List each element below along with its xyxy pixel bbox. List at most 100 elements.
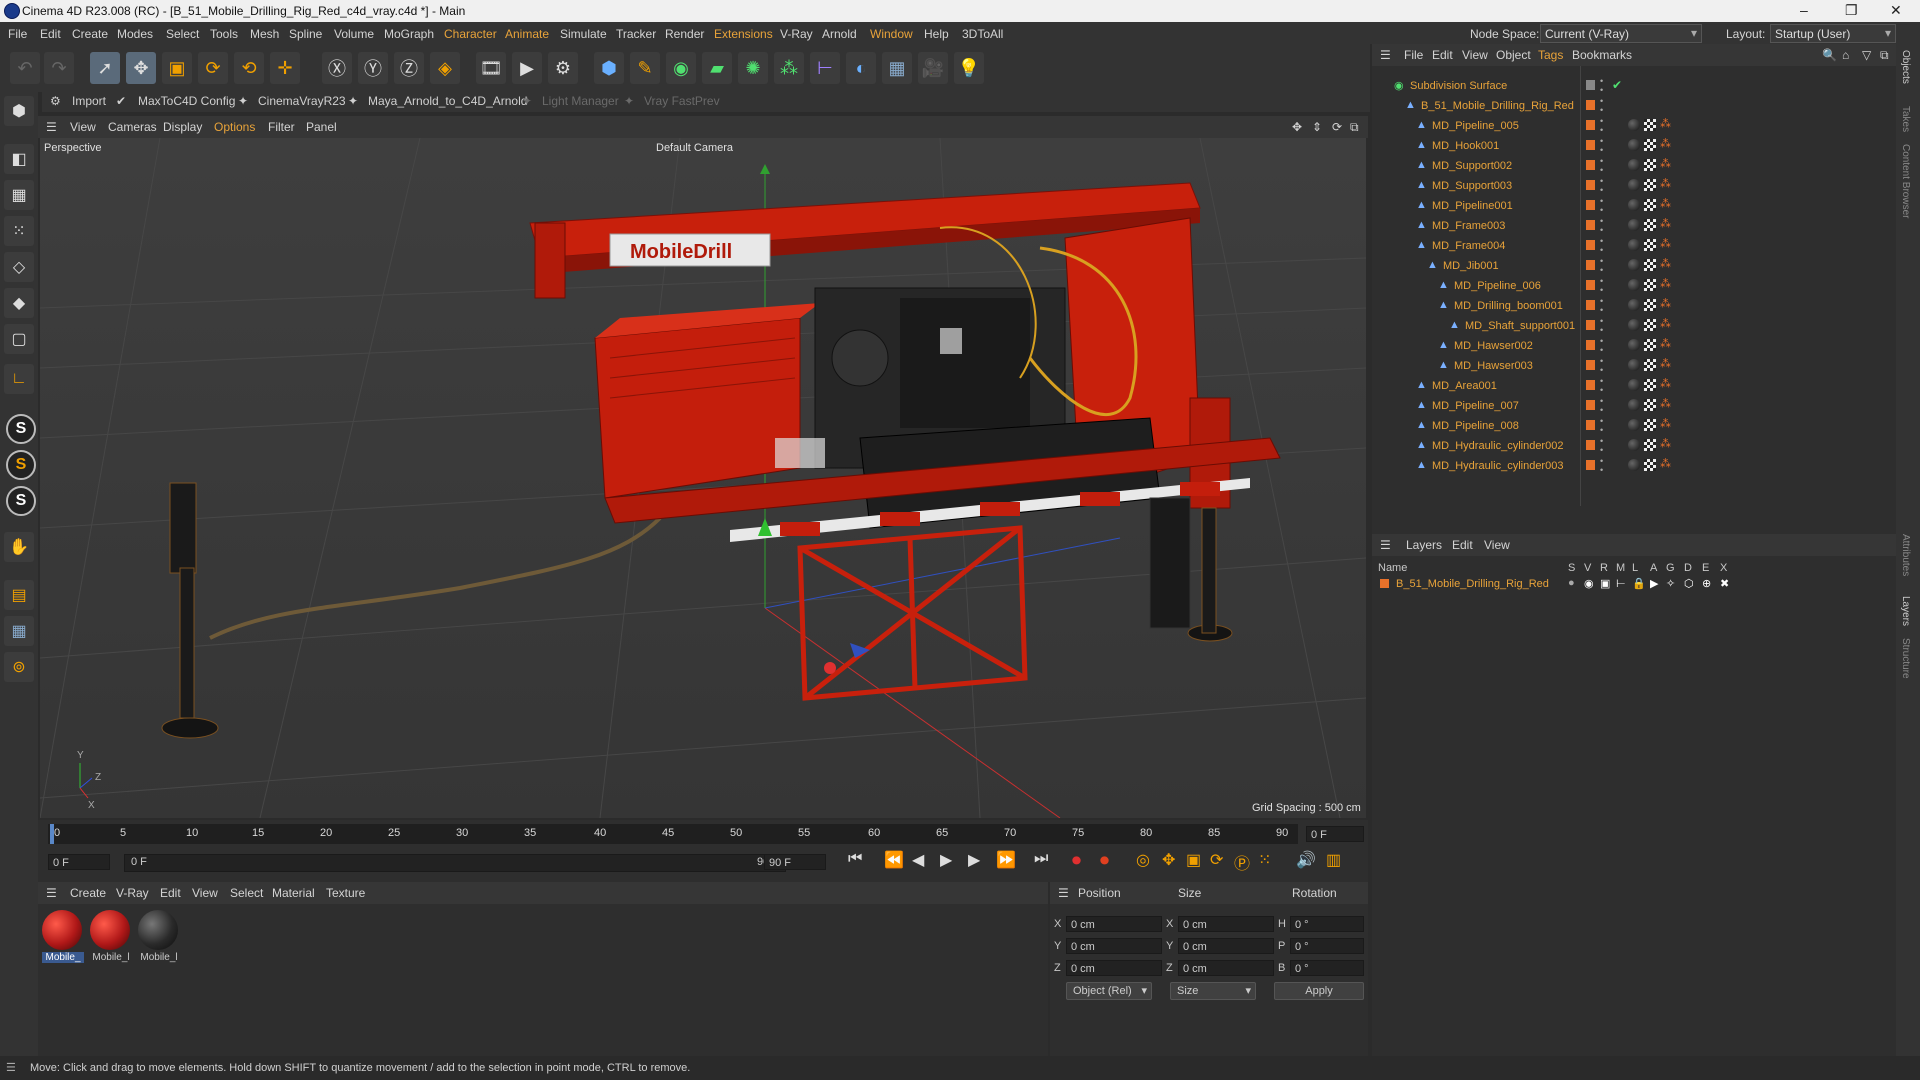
- material-tag-icon[interactable]: [1628, 319, 1640, 331]
- workplane-icon[interactable]: ▤: [4, 580, 34, 610]
- field-icon[interactable]: ◐: [846, 52, 876, 84]
- object-row[interactable]: ▲ MD_Area001 • • ⁂: [1372, 376, 1896, 396]
- goto-start-icon[interactable]: ⏮: [848, 850, 862, 868]
- visibility-dots-icon[interactable]: • •: [1600, 97, 1603, 115]
- viewport-menu-display[interactable]: Display: [163, 120, 202, 134]
- object-name[interactable]: MD_Pipeline_005: [1432, 120, 1519, 132]
- object-name[interactable]: MD_Pipeline_008: [1432, 420, 1519, 432]
- timeline[interactable]: 0 5 10 15 20 25 30 35 40 45 50 55 60 65 …: [38, 820, 1368, 882]
- redo-icon[interactable]: ↷: [44, 52, 74, 84]
- record-icon[interactable]: ⏺: [1072, 850, 1081, 871]
- selection-tag-icon[interactable]: ⁂: [1660, 417, 1671, 430]
- menu-spline[interactable]: Spline: [289, 27, 322, 41]
- selection-tag-icon[interactable]: ⁂: [1660, 277, 1671, 290]
- object-name[interactable]: Subdivision Surface: [1410, 80, 1507, 92]
- timeline-layout-icon[interactable]: ▥: [1326, 850, 1341, 870]
- selection-tag-icon[interactable]: ⁂: [1660, 177, 1671, 190]
- uvw-tag-icon[interactable]: [1644, 379, 1656, 391]
- uvw-tag-icon[interactable]: [1644, 119, 1656, 131]
- position-z-field[interactable]: 0 cm: [1066, 960, 1162, 976]
- camera-label[interactable]: Default Camera: [656, 142, 733, 154]
- solo-toggle-icon[interactable]: ●: [1568, 577, 1575, 589]
- layer-color-tag[interactable]: [1586, 240, 1595, 250]
- menu-tracker[interactable]: Tracker: [616, 27, 656, 41]
- uvw-tag-icon[interactable]: [1644, 259, 1656, 271]
- key-parameter-icon[interactable]: Ⓟ: [1234, 850, 1250, 874]
- size-x-field[interactable]: 0 cm: [1178, 916, 1274, 932]
- material-menu-vray[interactable]: V-Ray: [116, 886, 149, 900]
- material-menu-view[interactable]: View: [192, 886, 218, 900]
- menu-select[interactable]: Select: [166, 27, 199, 41]
- light-icon[interactable]: 💡: [954, 52, 984, 84]
- object-name[interactable]: MD_Pipeline_007: [1432, 400, 1519, 412]
- material-tag-icon[interactable]: [1628, 159, 1640, 171]
- menu-3dtoall[interactable]: 3DToAll: [962, 27, 1003, 41]
- layer-color-tag[interactable]: [1586, 380, 1595, 390]
- hamburger-icon[interactable]: ☰: [1380, 48, 1391, 62]
- uvw-tag-icon[interactable]: [1644, 179, 1656, 191]
- object-row[interactable]: ▲ MD_Pipeline_008 • • ⁂: [1372, 416, 1896, 436]
- plugin-import[interactable]: Import: [72, 94, 106, 108]
- menu-help[interactable]: Help: [924, 27, 949, 41]
- object-row[interactable]: ▲ MD_Hawser003 • • ⁂: [1372, 356, 1896, 376]
- material-tag-icon[interactable]: [1628, 359, 1640, 371]
- layer-color-tag[interactable]: [1586, 80, 1595, 90]
- layer-color-tag[interactable]: [1586, 400, 1595, 410]
- object-name[interactable]: MD_Frame004: [1432, 240, 1505, 252]
- om-menu-object[interactable]: Object: [1496, 48, 1531, 62]
- object-name[interactable]: MD_Jib001: [1443, 260, 1499, 272]
- material-tag-icon[interactable]: [1628, 439, 1640, 451]
- plugin-maxtoc4d-config[interactable]: MaxToC4D Config: [138, 94, 235, 108]
- hamburger-icon[interactable]: ☰: [46, 120, 57, 134]
- hamburger-icon[interactable]: ☰: [1058, 886, 1069, 900]
- selection-tag-icon[interactable]: ⁂: [1660, 317, 1671, 330]
- material-tag-icon[interactable]: [1628, 459, 1640, 471]
- rotation-h-field[interactable]: 0 °: [1290, 916, 1364, 932]
- floor-icon[interactable]: ▦: [882, 52, 912, 84]
- menu-window[interactable]: Window: [870, 27, 913, 41]
- layout-dropdown[interactable]: Startup (User) ▾: [1770, 24, 1896, 43]
- plugin-vray-fastprev[interactable]: Vray FastPrev: [644, 94, 720, 108]
- visibility-dots-icon[interactable]: • •: [1600, 217, 1603, 235]
- recent-tools-icon[interactable]: ⟲: [234, 52, 264, 84]
- selection-tag-icon[interactable]: ⁂: [1660, 217, 1671, 230]
- plugin-light-manager[interactable]: Light Manager: [542, 94, 619, 108]
- material-tag-icon[interactable]: [1628, 299, 1640, 311]
- selection-tag-icon[interactable]: ⁂: [1660, 437, 1671, 450]
- layer-color-tag[interactable]: [1586, 360, 1595, 370]
- render-region-icon[interactable]: 🎞: [476, 52, 506, 84]
- cube-primitive-icon[interactable]: ⬢: [594, 52, 624, 84]
- layer-color-tag[interactable]: [1586, 120, 1595, 130]
- material-tag-icon[interactable]: [1628, 279, 1640, 291]
- size-y-field[interactable]: 0 cm: [1178, 938, 1274, 954]
- object-name[interactable]: MD_Hydraulic_cylinder002: [1432, 440, 1563, 452]
- frame-range-slider[interactable]: 0 F 90 F: [124, 854, 786, 872]
- selection-tag-icon[interactable]: ⁂: [1660, 237, 1671, 250]
- model-mode-icon[interactable]: ◧: [4, 144, 34, 174]
- viewport-menu-cameras[interactable]: Cameras: [108, 120, 157, 134]
- material-tag-icon[interactable]: [1628, 339, 1640, 351]
- rotate-tool-icon[interactable]: ⟳: [198, 52, 228, 84]
- object-row[interactable]: ▲ MD_Support003 • • ⁂: [1372, 176, 1896, 196]
- material-swatch[interactable]: Mobile_l: [90, 910, 132, 972]
- z-axis-lock-icon[interactable]: Ⓩ: [394, 52, 424, 84]
- layer-color-tag[interactable]: [1586, 100, 1595, 110]
- deformer-toggle-icon[interactable]: ⬡: [1684, 577, 1694, 590]
- mograph-icon[interactable]: ⁂: [774, 52, 804, 84]
- object-name[interactable]: MD_Pipeline_006: [1454, 280, 1541, 292]
- filter-icon[interactable]: ▽: [1862, 48, 1871, 62]
- object-row[interactable]: ▲ B_51_Mobile_Drilling_Rig_Red • •: [1372, 96, 1896, 116]
- pen-spline-icon[interactable]: ✎: [630, 52, 660, 84]
- object-row[interactable]: ▲ MD_Hydraulic_cylinder002 • • ⁂: [1372, 436, 1896, 456]
- visibility-dots-icon[interactable]: • •: [1600, 437, 1603, 455]
- next-frame-icon[interactable]: ▶: [968, 850, 980, 870]
- viewport-rotate-icon[interactable]: ⟳: [1332, 120, 1342, 134]
- layer-color-tag[interactable]: [1586, 180, 1595, 190]
- next-key-icon[interactable]: ⏩: [996, 850, 1016, 870]
- xref-toggle-icon[interactable]: ✖: [1720, 577, 1729, 590]
- prev-frame-icon[interactable]: ◀: [912, 850, 924, 870]
- menu-create[interactable]: Create: [72, 27, 108, 41]
- object-row[interactable]: ▲ MD_Pipeline_005 • • ⁂: [1372, 116, 1896, 136]
- visibility-dots-icon[interactable]: • •: [1600, 457, 1603, 475]
- key-rotation-icon[interactable]: ⟳: [1210, 850, 1223, 870]
